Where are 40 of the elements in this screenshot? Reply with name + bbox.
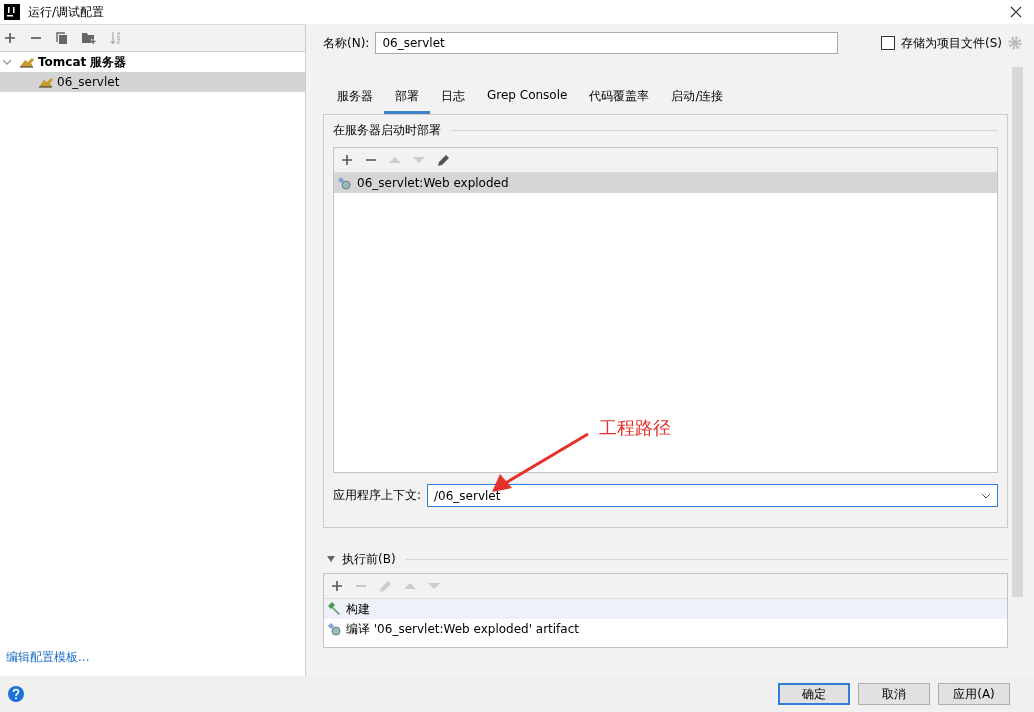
name-field[interactable]: 06_servlet [375, 32, 839, 54]
add-icon[interactable] [341, 154, 353, 166]
scrollbar-thumb[interactable] [1012, 67, 1023, 597]
add-icon[interactable] [331, 580, 343, 592]
dialog-button[interactable]: 取消 [858, 683, 930, 705]
dropdown-caret-icon[interactable] [981, 492, 991, 499]
help-icon[interactable] [8, 686, 24, 702]
list-item[interactable]: 构建 [324, 599, 1007, 619]
close-icon[interactable] [1010, 6, 1022, 18]
add-icon[interactable] [4, 32, 16, 44]
tab[interactable]: Grep Console [476, 81, 579, 114]
name-label: 名称(N): [323, 34, 370, 52]
tab[interactable]: 代码覆盖率 [578, 81, 661, 114]
tree-item[interactable]: Tomcat 服务器 [0, 52, 305, 72]
list-item[interactable]: 编译 '06_servlet:Web exploded' artifact [324, 619, 1007, 639]
window-title: 运行/调试配置 [28, 3, 105, 21]
tab[interactable]: 启动/连接 [660, 81, 735, 114]
tab[interactable]: 服务器 [326, 81, 384, 114]
tab[interactable]: 日志 [430, 81, 476, 114]
tab[interactable]: 部署 [384, 81, 430, 114]
artifact-icon [337, 176, 351, 190]
edit-templates-link[interactable]: 编辑配置模板... [0, 649, 305, 676]
new-folder-icon[interactable] [82, 32, 96, 44]
group-title: 在服务器启动时部署 [333, 121, 441, 139]
edit-icon[interactable] [437, 153, 450, 167]
hammer-icon [327, 602, 341, 616]
context-label: 应用程序上下文: [333, 487, 422, 504]
tree-item[interactable]: 06_servlet [0, 72, 305, 92]
copy-icon[interactable] [56, 31, 68, 45]
dialog-button[interactable]: 确定 [778, 683, 850, 705]
context-combo-box[interactable]: /06_servlet [427, 484, 998, 507]
annotation-text: 工程路径 [599, 416, 671, 440]
checkbox[interactable] [881, 36, 895, 50]
checkbox-label: 存储为项目文件(S) [901, 34, 1002, 52]
list-item[interactable]: 06_servlet:Web exploded [334, 173, 997, 193]
artifact-icon [327, 622, 341, 636]
app-logo-icon [4, 4, 20, 20]
collapse-triangle-icon[interactable] [326, 555, 336, 563]
dialog-button[interactable]: 应用(A) [938, 683, 1010, 705]
group-title: 执行前(B) [342, 550, 396, 568]
